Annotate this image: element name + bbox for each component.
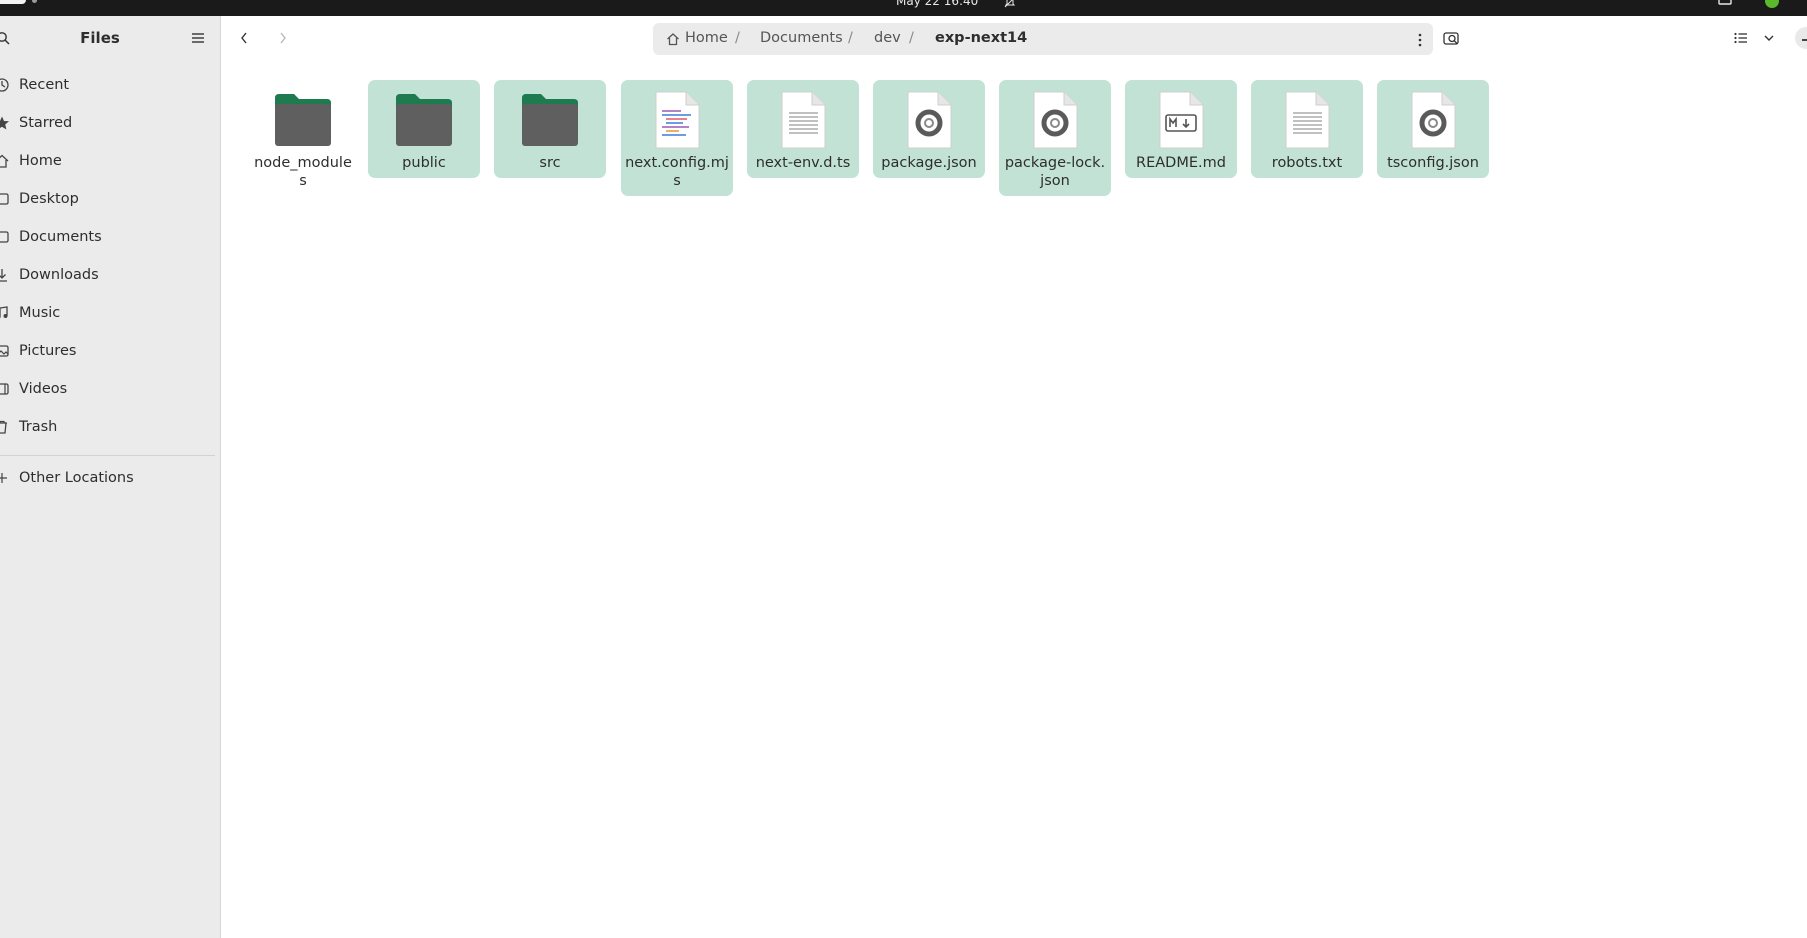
sidebar-item-pictures[interactable]: Pictures bbox=[0, 332, 219, 370]
sidebar-item-label: Desktop bbox=[19, 191, 79, 207]
sidebar-item-other-locations[interactable]: Other Locations bbox=[0, 459, 219, 497]
breadcrumb-current[interactable]: exp-next14 bbox=[935, 30, 1027, 46]
file-tile[interactable]: README.md bbox=[1125, 80, 1237, 178]
sidebar-item-trash[interactable]: Trash bbox=[0, 408, 219, 446]
file-tile[interactable]: package.json bbox=[873, 80, 985, 178]
status-app-icon[interactable] bbox=[1765, 0, 1779, 8]
system-top-bar: May 22 16:40 bbox=[0, 0, 1807, 16]
breadcrumb-dev[interactable]: dev bbox=[874, 30, 901, 46]
star-icon bbox=[0, 115, 16, 131]
music-icon bbox=[0, 305, 16, 321]
clock-icon bbox=[0, 77, 16, 93]
kebab-menu-icon[interactable] bbox=[1417, 32, 1423, 48]
file-name: next-env.d.ts bbox=[755, 155, 851, 171]
json-file-icon bbox=[1023, 88, 1087, 152]
notification-bell-icon[interactable] bbox=[1004, 0, 1016, 8]
file-name: robots.txt bbox=[1271, 155, 1343, 171]
video-icon bbox=[0, 381, 16, 397]
home-icon bbox=[667, 33, 679, 46]
file-name: package-lock.json bbox=[1004, 155, 1106, 189]
sidebar-item-home[interactable]: Home bbox=[0, 142, 219, 180]
breadcrumb-separator: / bbox=[848, 30, 853, 46]
json-file-icon bbox=[897, 88, 961, 152]
sidebar-item-recent[interactable]: Recent bbox=[0, 66, 219, 104]
file-name: tsconfig.json bbox=[1387, 155, 1479, 171]
trash-icon bbox=[0, 419, 16, 435]
sidebar-item-label: Trash bbox=[19, 419, 58, 435]
file-name: src bbox=[539, 155, 561, 171]
breadcrumb-documents[interactable]: Documents bbox=[760, 30, 843, 46]
markdown-file-icon bbox=[1149, 88, 1213, 152]
system-clock[interactable]: May 22 16:40 bbox=[896, 0, 978, 8]
file-name: package.json bbox=[881, 155, 977, 171]
workspace-indicator bbox=[32, 0, 37, 3]
file-tile[interactable]: public bbox=[368, 80, 480, 178]
download-icon bbox=[0, 267, 16, 283]
app-title: Files bbox=[80, 29, 120, 47]
folder-icon bbox=[518, 88, 582, 152]
sidebar-item-label: Videos bbox=[19, 381, 68, 397]
file-tile[interactable]: src bbox=[494, 80, 606, 178]
sidebar-item-label: Recent bbox=[19, 77, 70, 93]
hamburger-menu-icon[interactable] bbox=[190, 31, 206, 45]
forward-arrow-icon[interactable] bbox=[277, 30, 289, 46]
file-grid: node_modules public src next.config.mjs … bbox=[221, 62, 1807, 938]
list-view-icon[interactable] bbox=[1733, 31, 1749, 45]
sidebar-item-label: Pictures bbox=[19, 343, 77, 359]
file-name: public bbox=[402, 155, 446, 171]
file-tile[interactable]: package-lock.json bbox=[999, 80, 1111, 196]
sidebar-item-music[interactable]: Music bbox=[0, 294, 219, 332]
script-file-icon bbox=[645, 88, 709, 152]
sidebar-divider bbox=[0, 455, 215, 456]
sidebar-item-label: Downloads bbox=[19, 267, 99, 283]
minimize-button[interactable] bbox=[1795, 27, 1807, 49]
sidebar-item-label: Starred bbox=[19, 115, 73, 131]
activities-button[interactable] bbox=[0, 0, 26, 4]
sidebar-header: Files bbox=[0, 16, 220, 62]
network-icon[interactable] bbox=[1718, 0, 1732, 6]
file-name: README.md bbox=[1136, 155, 1226, 171]
sidebar-item-label: Music bbox=[19, 305, 61, 321]
sidebar-item-label: Documents bbox=[19, 229, 102, 245]
sidebar-item-downloads[interactable]: Downloads bbox=[0, 256, 219, 294]
file-name: node_modules bbox=[254, 155, 352, 189]
plus-icon bbox=[0, 470, 16, 486]
home-icon bbox=[0, 153, 16, 169]
folder-icon bbox=[392, 88, 456, 152]
file-tile[interactable]: node_modules bbox=[247, 80, 359, 196]
sidebar-item-desktop[interactable]: Desktop bbox=[0, 180, 219, 218]
chevron-down-icon[interactable] bbox=[1763, 33, 1775, 43]
sidebar-item-starred[interactable]: Starred bbox=[0, 104, 219, 142]
breadcrumb-home[interactable]: Home bbox=[685, 30, 728, 46]
file-tile[interactable]: tsconfig.json bbox=[1377, 80, 1489, 178]
sidebar-item-videos[interactable]: Videos bbox=[0, 370, 219, 408]
text-file-icon bbox=[771, 88, 835, 152]
json-file-icon bbox=[1401, 88, 1465, 152]
path-bar: Home / Documents / dev / exp-next14 bbox=[653, 23, 1433, 55]
search-files-icon[interactable] bbox=[1442, 29, 1462, 47]
back-arrow-icon[interactable] bbox=[238, 30, 250, 46]
picture-icon bbox=[0, 343, 16, 359]
sidebar-item-documents[interactable]: Documents bbox=[0, 218, 219, 256]
sidebar-item-label: Home bbox=[19, 153, 62, 169]
desktop-icon bbox=[0, 191, 16, 207]
text-file-icon bbox=[1275, 88, 1339, 152]
file-tile[interactable]: robots.txt bbox=[1251, 80, 1363, 178]
file-tile[interactable]: next-env.d.ts bbox=[747, 80, 859, 178]
folder-icon bbox=[271, 88, 335, 152]
breadcrumb-separator: / bbox=[735, 30, 740, 46]
sidebar: Files Recent Starred Home Desktop Docume… bbox=[0, 16, 221, 938]
file-name: next.config.mjs bbox=[625, 155, 729, 189]
header-bar: Home / Documents / dev / exp-next14 bbox=[221, 16, 1807, 62]
sidebar-item-label: Other Locations bbox=[19, 470, 134, 486]
document-icon bbox=[0, 229, 16, 245]
file-tile[interactable]: next.config.mjs bbox=[621, 80, 733, 196]
breadcrumb-separator: / bbox=[909, 30, 914, 46]
